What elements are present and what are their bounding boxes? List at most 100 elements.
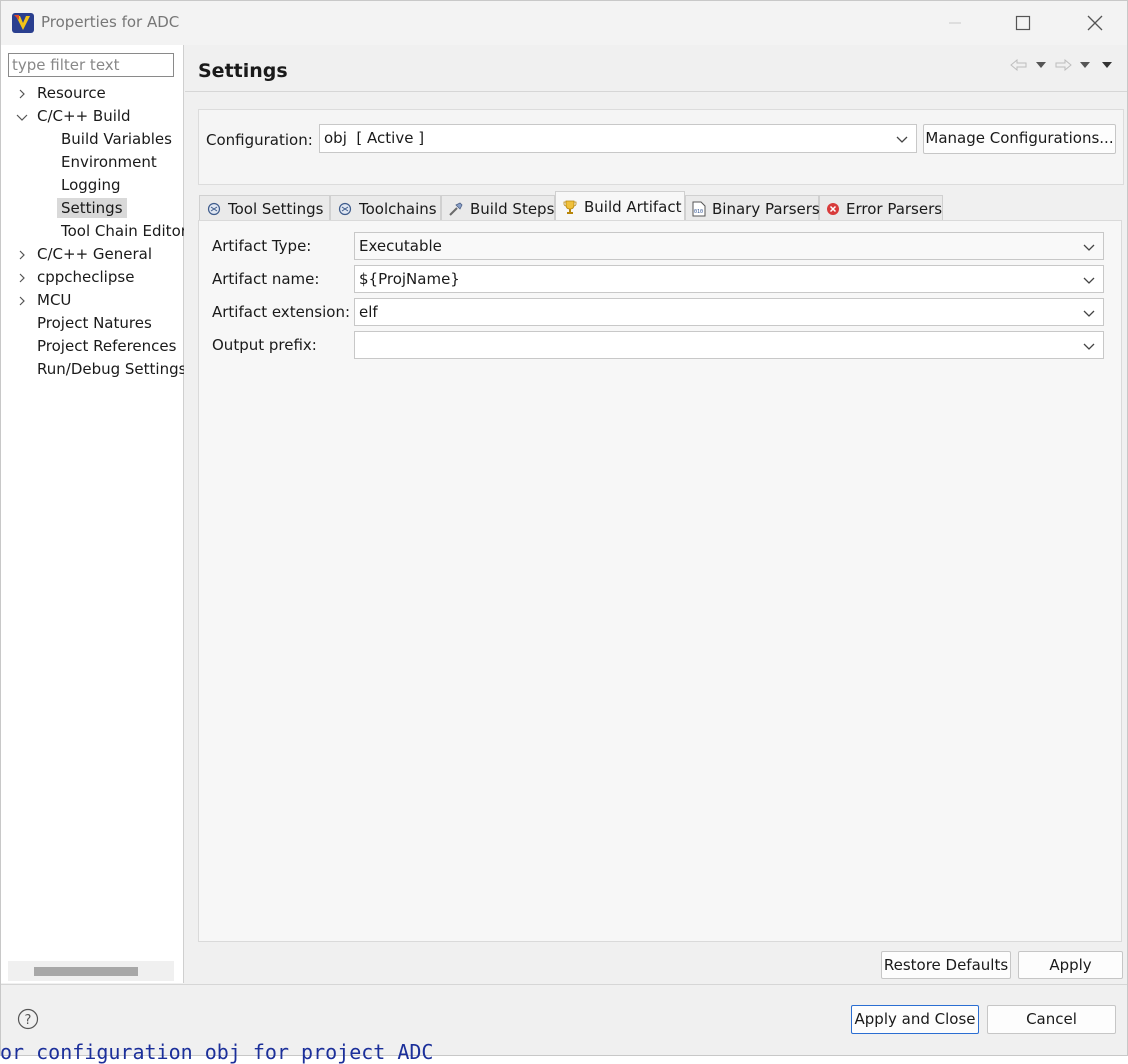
- filter-input[interactable]: [8, 53, 174, 77]
- help-icon[interactable]: ?: [17, 1008, 39, 1030]
- caret-down-icon: [1080, 62, 1090, 68]
- artifact-extension-combo[interactable]: elf: [354, 298, 1104, 326]
- tree-label: MCU: [37, 291, 72, 309]
- tree-label: Environment: [61, 153, 157, 171]
- chevron-down-icon: [1083, 244, 1095, 251]
- title-bar: Properties for ADC: [1, 1, 1127, 45]
- apply-and-close-button[interactable]: Apply and Close: [851, 1005, 979, 1034]
- minimize-icon: [949, 22, 961, 24]
- tree-label: Tool Chain Editor: [61, 222, 184, 240]
- chevron-down-icon: [1083, 343, 1095, 350]
- tree-item-tool-chain-editor[interactable]: Tool Chain Editor: [61, 220, 184, 243]
- tree-item-mcu[interactable]: MCU: [19, 289, 72, 312]
- tree-item-project-natures[interactable]: Project Natures: [37, 312, 152, 335]
- chevron-down-icon[interactable]: [16, 105, 28, 128]
- tree-item-resource[interactable]: Resource: [19, 82, 106, 105]
- tree-item-cpp-build[interactable]: C/C++ Build: [16, 105, 131, 128]
- page-navigation: [1009, 56, 1117, 74]
- tree-label: Project References: [37, 337, 177, 355]
- caret-down-icon: [1102, 62, 1112, 68]
- maximize-button[interactable]: [993, 1, 1053, 45]
- back-button[interactable]: [1009, 56, 1029, 74]
- configuration-group: Configuration: obj [ Active ] Manage Con…: [198, 109, 1124, 185]
- artifact-type-label: Artifact Type:: [212, 237, 312, 255]
- close-icon: [1087, 15, 1103, 31]
- svg-text:?: ?: [25, 1013, 32, 1028]
- chevron-right-icon[interactable]: [16, 82, 28, 105]
- artifact-type-select[interactable]: Executable: [354, 232, 1104, 260]
- tree-label: Resource: [37, 84, 106, 102]
- tree-item-settings[interactable]: Settings: [57, 197, 127, 220]
- tree-label: Logging: [61, 176, 121, 194]
- cancel-button[interactable]: Cancel: [987, 1005, 1116, 1034]
- tree-label: Project Natures: [37, 314, 152, 332]
- tab-tool-settings[interactable]: Tool Settings: [199, 195, 330, 221]
- error-icon: [826, 201, 840, 217]
- forward-arrow-icon: [1055, 59, 1072, 71]
- tree-item-logging[interactable]: Logging: [61, 174, 121, 197]
- forward-menu-button[interactable]: [1075, 56, 1095, 74]
- tab-error-parsers[interactable]: Error Parsers: [819, 195, 943, 221]
- tab-label: Build Steps: [470, 199, 555, 218]
- back-arrow-icon: [1010, 59, 1027, 71]
- tab-label: Build Artifact: [584, 197, 682, 216]
- tab-toolchains[interactable]: Toolchains: [330, 195, 441, 221]
- tree-item-run-debug-settings[interactable]: Run/Debug Settings: [37, 358, 184, 381]
- build-steps-icon: [448, 201, 464, 217]
- scrollbar-thumb[interactable]: [34, 967, 138, 976]
- tree-item-project-references[interactable]: Project References: [37, 335, 176, 358]
- tree-label: Settings: [57, 198, 127, 218]
- window-title: Properties for ADC: [41, 13, 180, 31]
- configuration-select[interactable]: obj [ Active ]: [319, 124, 917, 153]
- chevron-down-icon: [1083, 277, 1095, 284]
- back-menu-button[interactable]: [1031, 56, 1051, 74]
- navigation-panel: Resource C/C++ Build Build Variables Env…: [1, 45, 184, 983]
- horizontal-scrollbar[interactable]: [8, 961, 174, 981]
- artifact-name-label: Artifact name:: [212, 270, 320, 288]
- maximize-icon: [1015, 15, 1031, 31]
- tab-build-steps[interactable]: Build Steps: [441, 195, 555, 221]
- properties-dialog: Properties for ADC Resource C/C++ Build …: [0, 0, 1128, 1056]
- tree-label: C/C++ General: [37, 245, 153, 263]
- artifact-extension-label: Artifact extension:: [212, 303, 351, 321]
- chevron-down-icon: [896, 136, 908, 143]
- view-menu-button[interactable]: [1097, 56, 1117, 74]
- build-artifact-panel: Artifact Type: Executable Artifact name:…: [198, 220, 1122, 942]
- forward-button[interactable]: [1053, 56, 1073, 74]
- toolchains-icon: [337, 201, 353, 217]
- background-console-text: or configuration obj for project ADC: [0, 1040, 434, 1064]
- artifact-extension-value: elf: [359, 303, 378, 321]
- chevron-right-icon[interactable]: [16, 266, 28, 289]
- tree-item-cpp-general[interactable]: C/C++ General: [19, 243, 153, 266]
- output-prefix-combo[interactable]: [354, 331, 1104, 359]
- configuration-label: Configuration:: [206, 131, 313, 149]
- close-button[interactable]: [1065, 1, 1125, 45]
- tree-label: Build Variables: [61, 130, 172, 148]
- chevron-right-icon[interactable]: [16, 289, 28, 312]
- minimize-button[interactable]: [925, 1, 985, 45]
- tree-label: C/C++ Build: [37, 107, 131, 125]
- configuration-value: obj [ Active ]: [324, 129, 425, 147]
- artifact-type-value: Executable: [359, 237, 442, 255]
- tab-binary-parsers[interactable]: 010 Binary Parsers: [685, 195, 820, 221]
- settings-page: Settings Configuration: obj [ Active] M…: [185, 45, 1127, 983]
- property-tree: Resource C/C++ Build Build Variables Env…: [1, 82, 184, 962]
- restore-defaults-button[interactable]: Restore Defaults: [881, 951, 1011, 979]
- artifact-name-value: ${ProjName}: [359, 270, 460, 288]
- tab-label: Error Parsers: [846, 199, 943, 218]
- caret-down-icon: [1036, 62, 1046, 68]
- chevron-right-icon[interactable]: [16, 243, 28, 266]
- tab-label: Binary Parsers: [712, 199, 820, 218]
- artifact-name-combo[interactable]: ${ProjName}: [354, 265, 1104, 293]
- app-logo-icon: [12, 13, 34, 33]
- tab-label: Toolchains: [359, 199, 437, 218]
- tab-build-artifact[interactable]: Build Artifact: [555, 191, 685, 221]
- tree-item-cppcheclipse[interactable]: cppcheclipse: [19, 266, 134, 289]
- tree-item-environment[interactable]: Environment: [61, 151, 157, 174]
- output-prefix-label: Output prefix:: [212, 336, 317, 354]
- tool-settings-icon: [206, 201, 222, 217]
- tree-label: Run/Debug Settings: [37, 360, 184, 378]
- manage-configurations-button[interactable]: Manage Configurations...: [923, 124, 1116, 154]
- apply-button[interactable]: Apply: [1018, 951, 1123, 979]
- tree-item-build-variables[interactable]: Build Variables: [61, 128, 172, 151]
